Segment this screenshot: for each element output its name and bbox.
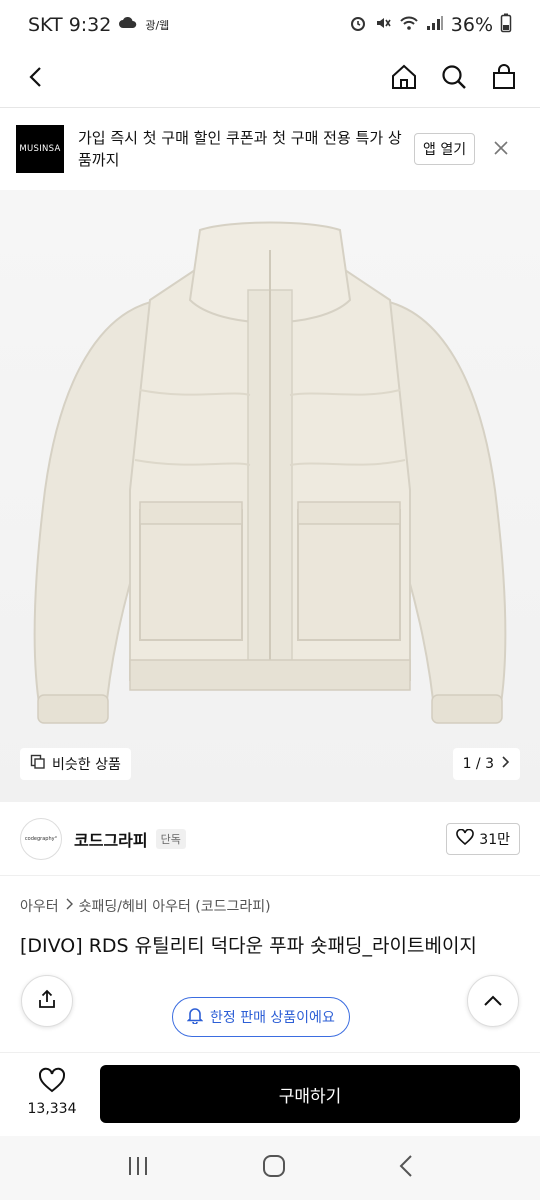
search-button[interactable] xyxy=(436,61,472,97)
limited-sale-label: 한정 판매 상품이에요 xyxy=(210,1010,335,1026)
limited-sale-notice[interactable]: 한정 판매 상품이에요 xyxy=(172,997,350,1037)
pager-text: 1 / 3 xyxy=(462,756,494,772)
copy-icon xyxy=(30,754,46,774)
bell-icon xyxy=(186,1006,204,1028)
musinsa-logo: MUSINSA xyxy=(16,125,64,173)
heart-icon xyxy=(456,828,475,849)
image-pager[interactable]: 1 / 3 xyxy=(452,748,520,780)
scroll-to-top-button[interactable] xyxy=(467,975,519,1027)
search-icon xyxy=(440,63,468,95)
brand-row: codegraphy° 코드그라피 단독 31만 xyxy=(0,802,540,876)
top-actions xyxy=(386,61,522,97)
share-button[interactable] xyxy=(21,975,73,1027)
recent-apps-icon xyxy=(129,1157,147,1175)
status-extra: 광/웹 xyxy=(145,19,170,32)
brand-likes-count: 31만 xyxy=(479,831,510,848)
brand-logo[interactable]: codegraphy° xyxy=(20,817,62,860)
open-app-button[interactable]: 앱 열기 xyxy=(414,133,476,165)
mute-icon xyxy=(374,14,392,37)
battery-icon xyxy=(500,13,512,38)
brand-like-button[interactable]: 31만 xyxy=(446,822,520,855)
promo-text: 가입 즉시 첫 구매 할인 쿠폰과 첫 구매 전용 특가 상품까지 xyxy=(78,129,402,169)
home-icon xyxy=(390,63,418,95)
product-image-carousel[interactable]: 비슷한 상품 1 / 3 xyxy=(0,190,540,802)
home-button[interactable] xyxy=(386,61,422,97)
exclusive-badge: 단독 xyxy=(155,828,186,849)
top-navigation-bar xyxy=(0,50,540,108)
signal-icon xyxy=(426,14,444,36)
similar-products-button[interactable]: 비슷한 상품 xyxy=(20,748,131,780)
similar-products-label: 비슷한 상품 xyxy=(52,757,121,773)
status-left: SKT 9:32 광/웹 xyxy=(28,14,169,36)
back-nav-icon xyxy=(399,1155,412,1177)
chevron-right-icon xyxy=(500,756,510,772)
close-promo-button[interactable] xyxy=(489,137,513,161)
home-circle-icon xyxy=(263,1155,285,1177)
product-title: [DIVO] RDS 유틸리티 덕다운 푸파 숏패딩_라이트베이지 xyxy=(20,935,477,957)
app-promo-banner: MUSINSA 가입 즉시 첫 구매 할인 쿠폰과 첫 구매 전용 특가 상품까… xyxy=(0,108,540,190)
buy-button[interactable]: 구매하기 xyxy=(100,1065,520,1123)
status-right: 36% xyxy=(349,13,512,38)
battery-level: 36% xyxy=(450,14,493,36)
chevron-left-icon xyxy=(24,65,48,93)
breadcrumb: 아우터 숏패딩/헤비 아우터 (코드그라피) xyxy=(20,896,271,916)
android-navigation-bar xyxy=(0,1136,540,1200)
back-nav-button[interactable] xyxy=(398,1154,414,1182)
share-icon xyxy=(37,989,57,1013)
shopping-bag-icon xyxy=(490,63,518,95)
cloud-icon xyxy=(118,14,138,36)
cart-button[interactable] xyxy=(486,61,522,97)
bottom-action-bar: 13,334 구매하기 xyxy=(0,1052,540,1136)
back-button[interactable] xyxy=(18,61,54,97)
breadcrumb-category[interactable]: 아우터 xyxy=(20,896,59,916)
chevron-up-icon xyxy=(483,992,503,1011)
product-like-button[interactable]: 13,334 xyxy=(20,1067,84,1117)
home-nav-button[interactable] xyxy=(262,1154,286,1182)
status-time: SKT 9:32 xyxy=(28,14,112,36)
alarm-icon xyxy=(349,14,367,37)
puffer-jacket-image xyxy=(33,221,507,724)
status-bar: SKT 9:32 광/웹 36% xyxy=(0,0,540,50)
chevron-right-icon xyxy=(65,898,73,914)
close-icon xyxy=(494,140,508,159)
recent-apps-button[interactable] xyxy=(126,1155,150,1181)
brand-name[interactable]: 코드그라피 xyxy=(74,827,148,851)
product-like-count: 13,334 xyxy=(27,1101,77,1117)
wifi-icon xyxy=(399,14,419,36)
breadcrumb-subcategory[interactable]: 숏패딩/헤비 아우터 (코드그라피) xyxy=(79,896,271,916)
heart-icon xyxy=(38,1067,66,1097)
